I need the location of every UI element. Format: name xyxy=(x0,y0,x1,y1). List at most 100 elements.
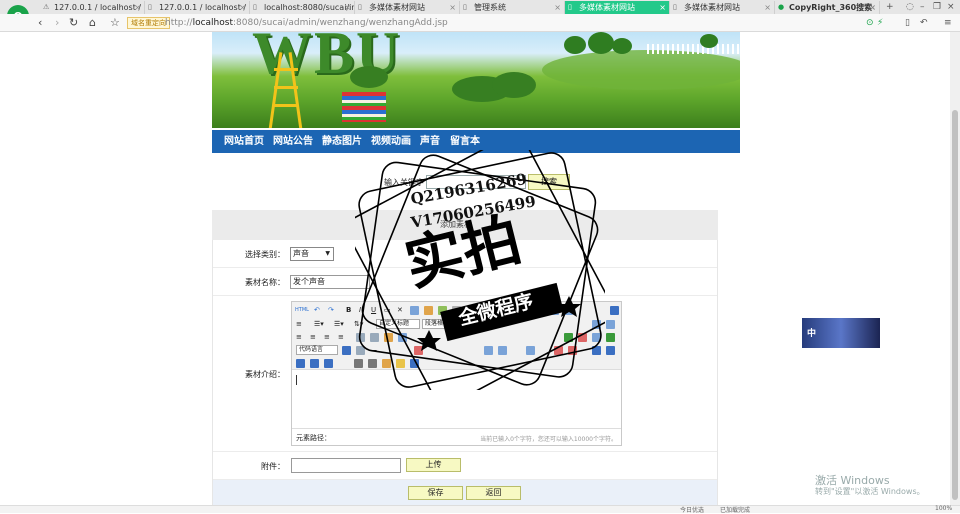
align-center-icon[interactable]: ≡ xyxy=(310,332,316,342)
music-icon[interactable] xyxy=(592,333,601,342)
forward-icon[interactable]: › xyxy=(55,16,59,30)
insert-col-icon[interactable] xyxy=(526,346,535,355)
underline-icon[interactable]: U xyxy=(371,305,376,315)
border-icon[interactable]: ▭ xyxy=(384,305,391,315)
table-icon[interactable] xyxy=(484,346,493,355)
bold-icon[interactable]: B xyxy=(346,305,351,315)
nav-item-video[interactable]: 视频动画 xyxy=(371,130,411,153)
wordimage-icon[interactable] xyxy=(382,359,391,368)
preview-icon[interactable] xyxy=(310,359,319,368)
star-icon[interactable]: ☆ xyxy=(110,16,120,30)
browser-tab-3[interactable]: ▯ localhost:8080/sucai/inde × xyxy=(250,1,355,14)
nav-item-notice[interactable]: 网站公告 xyxy=(273,130,313,153)
close-icon[interactable]: × xyxy=(554,1,561,14)
browser-tab-4[interactable]: ▯ 多媒体素材网站 × xyxy=(355,1,460,14)
browser-tab-2[interactable]: ▯ 127.0.0.1 / localhost / my × xyxy=(145,1,250,14)
find-icon[interactable] xyxy=(368,359,377,368)
category-select[interactable]: 声音 ▼ xyxy=(290,247,334,261)
upload-button[interactable]: 上传 xyxy=(406,458,461,472)
save-button[interactable]: 保存 xyxy=(408,486,463,500)
delete-row-icon[interactable] xyxy=(554,346,563,355)
browser-tab-5[interactable]: ▯ 管理系统 × xyxy=(460,1,565,14)
direction-icon[interactable]: ⇅▾ xyxy=(354,319,363,329)
template-icon[interactable] xyxy=(324,359,333,368)
horizontal-rule-icon[interactable]: — xyxy=(370,345,377,355)
lightning-icon[interactable]: ⚡ xyxy=(877,17,883,29)
minimize-icon[interactable]: – xyxy=(920,2,925,12)
page-scroll-thumb[interactable] xyxy=(952,110,958,500)
emotion-icon[interactable] xyxy=(342,346,351,355)
zoom-level[interactable]: 100% xyxy=(935,505,952,512)
browser-tab-6-active[interactable]: ▯ 多媒体素材网站 × xyxy=(565,1,670,14)
redo-icon[interactable]: ↷ xyxy=(328,305,334,315)
scrawl-icon[interactable] xyxy=(396,359,405,368)
security-icon[interactable]: ⊙ xyxy=(866,17,874,29)
new-tab-button[interactable]: + xyxy=(886,2,894,12)
line-height-icon[interactable]: ☰▾ xyxy=(314,319,324,329)
merge-cells-icon[interactable] xyxy=(592,346,601,355)
floating-ime-widget[interactable]: 中 xyxy=(802,318,880,348)
undo-icon[interactable]: ↶ xyxy=(314,305,320,315)
nav-item-guestbook[interactable]: 留言本 xyxy=(450,130,480,153)
heading-select[interactable]: 自定义标题 xyxy=(376,319,420,329)
clear-format-icon[interactable]: ✕ xyxy=(397,305,403,315)
close-icon[interactable]: × xyxy=(344,1,351,14)
close-icon[interactable]: × xyxy=(239,1,246,14)
restore-icon[interactable]: ❐ xyxy=(933,2,941,12)
name-input[interactable]: 发个声音 xyxy=(290,275,370,289)
format-icon[interactable] xyxy=(410,306,419,315)
align-right-icon[interactable]: ≡ xyxy=(324,332,330,342)
anchor-icon[interactable] xyxy=(384,333,393,342)
spacing-icon[interactable]: ☰▾ xyxy=(334,319,344,329)
back-button[interactable]: 返回 xyxy=(466,486,521,500)
html-source-icon[interactable]: HTML xyxy=(295,305,309,315)
unlink-icon[interactable] xyxy=(370,333,379,342)
browser-tab-1[interactable]: ⚠ 127.0.0.1 / localhost / db × xyxy=(40,1,145,14)
font-size-icon[interactable] xyxy=(592,320,601,329)
special-char-icon[interactable] xyxy=(356,346,365,355)
undo-icon[interactable]: ↶ xyxy=(920,17,928,29)
print-icon[interactable] xyxy=(296,359,305,368)
back-icon[interactable]: ‹ xyxy=(38,16,42,30)
editor-body[interactable] xyxy=(292,371,621,427)
nav-item-images[interactable]: 静态图片 xyxy=(322,130,362,153)
link-icon[interactable] xyxy=(356,333,365,342)
reader-icon[interactable]: ▯ xyxy=(905,17,910,29)
insert-row-icon[interactable] xyxy=(498,346,507,355)
split-cells-icon[interactable] xyxy=(606,346,615,355)
close-window-icon[interactable]: × xyxy=(947,2,955,12)
video-icon[interactable] xyxy=(578,333,587,342)
delete-col-icon[interactable] xyxy=(568,346,577,355)
close-icon[interactable]: × xyxy=(134,1,141,14)
shield-icon[interactable]: ◌ xyxy=(906,2,914,12)
image-icon[interactable] xyxy=(398,333,407,342)
date-icon[interactable] xyxy=(414,346,423,355)
fullscreen-icon[interactable] xyxy=(610,306,619,315)
nav-item-home[interactable]: 网站首页 xyxy=(224,130,264,153)
code-language-select[interactable]: 代码语言 xyxy=(296,345,338,355)
close-icon[interactable]: × xyxy=(869,1,876,14)
align-left-icon[interactable]: ≡ xyxy=(296,332,302,342)
url-field[interactable]: http://localhost:8080/sucai/admin/wenzha… xyxy=(165,17,448,29)
help-icon[interactable] xyxy=(410,359,419,368)
browser-tab-7[interactable]: ▯ 多媒体素材网站 × xyxy=(670,1,775,14)
attachment-input[interactable] xyxy=(291,458,401,473)
map-icon[interactable] xyxy=(564,333,573,342)
pagebreak-icon[interactable] xyxy=(354,359,363,368)
align-justify-icon[interactable]: ≡ xyxy=(338,332,344,342)
close-icon[interactable]: × xyxy=(449,1,456,14)
attachment-icon[interactable] xyxy=(606,333,615,342)
paragraph-icon[interactable] xyxy=(564,306,573,315)
browser-tab-8[interactable]: ● CopyRight_360搜索 × xyxy=(775,1,880,14)
brush-icon[interactable] xyxy=(424,306,433,315)
indent-icon[interactable]: ≡ xyxy=(296,319,302,329)
font-family-icon[interactable] xyxy=(606,320,615,329)
close-icon[interactable]: × xyxy=(764,1,771,14)
close-icon[interactable]: × xyxy=(659,1,666,14)
home-icon[interactable]: ⌂ xyxy=(89,16,96,30)
menu-icon[interactable]: ≡ xyxy=(944,17,952,29)
reload-icon[interactable]: ↻ xyxy=(69,16,78,30)
nav-item-audio[interactable]: 声音 xyxy=(420,130,440,153)
search-button[interactable]: 搜索 xyxy=(528,174,570,190)
italic-icon[interactable]: I xyxy=(359,305,361,315)
